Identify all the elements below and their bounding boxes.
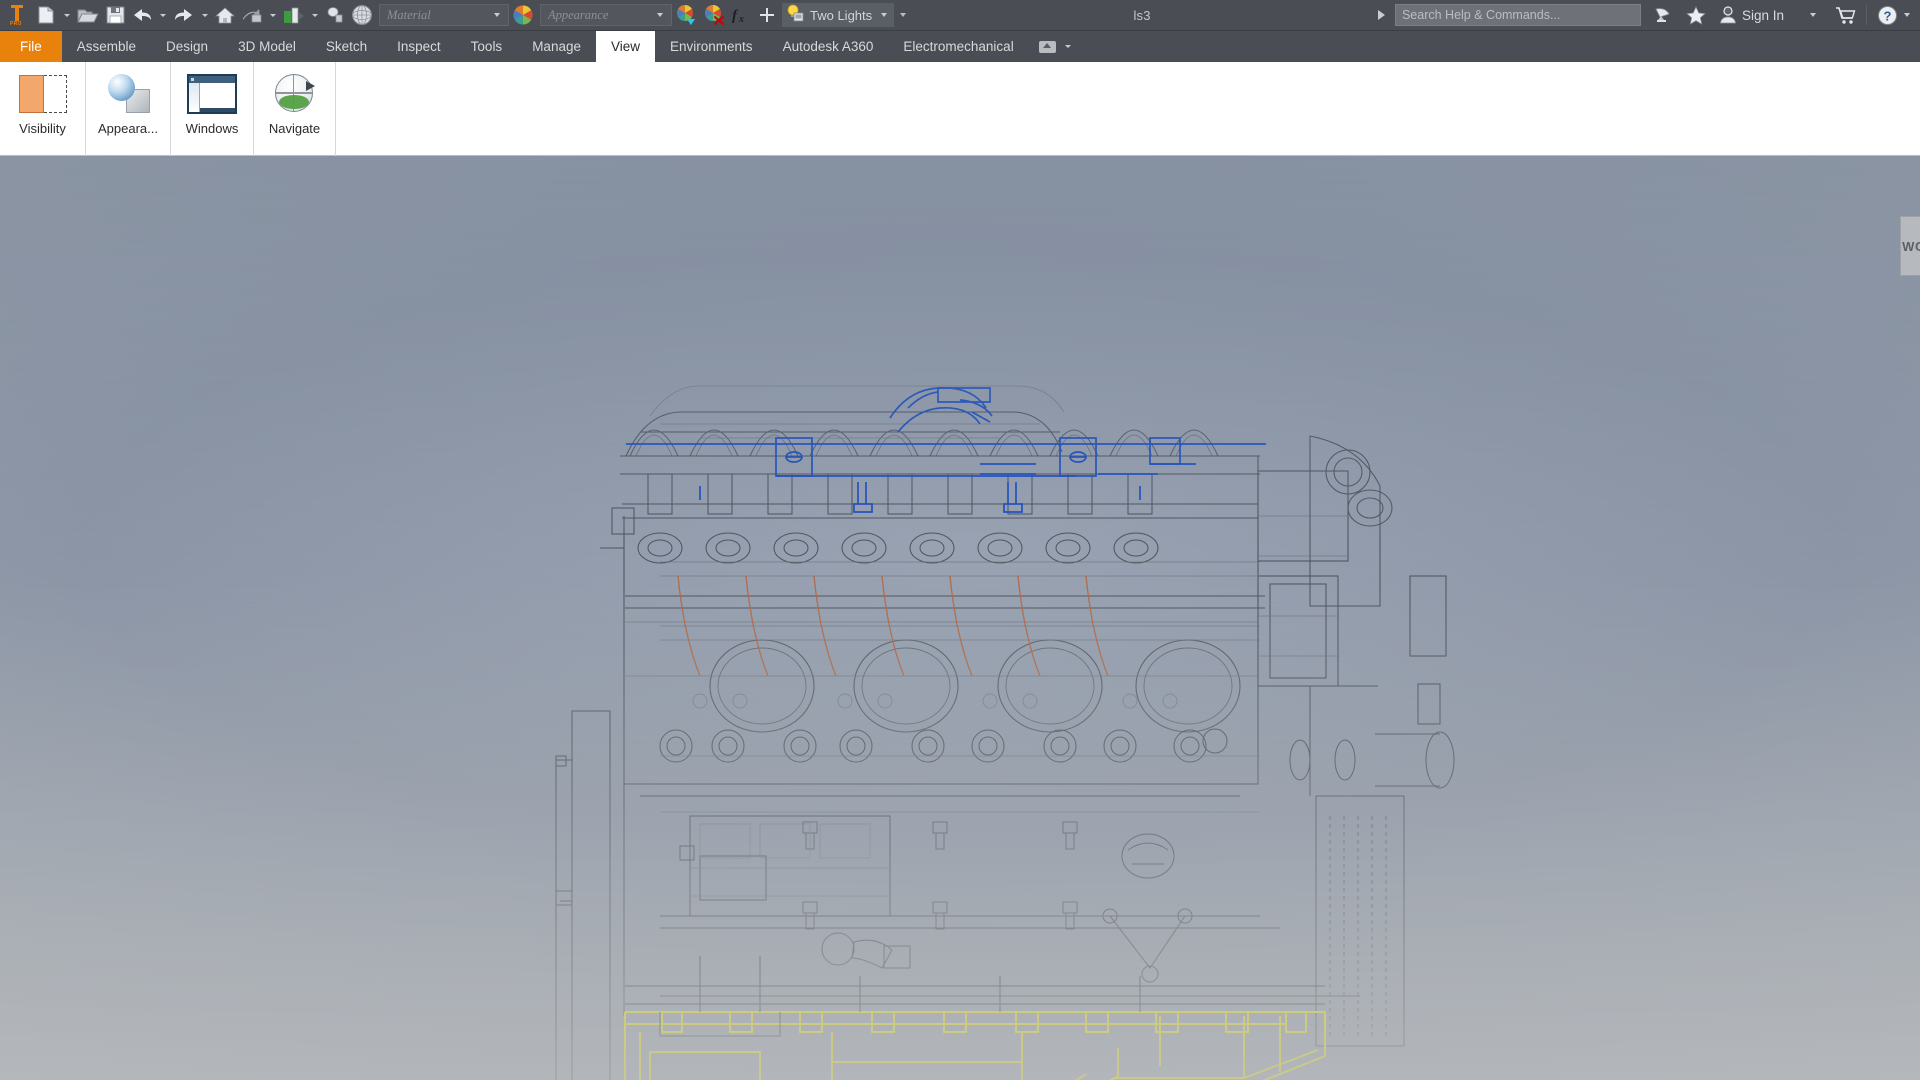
docked-panel-label: WC <box>1902 238 1920 254</box>
return-dropdown-icon[interactable] <box>270 13 276 17</box>
color-sphere-x-icon[interactable] <box>700 2 728 28</box>
svg-text:f: f <box>732 8 739 24</box>
fx-icon[interactable]: fx <box>728 2 754 28</box>
sign-in-dropdown-icon[interactable] <box>1810 13 1816 17</box>
light-bulb-icon <box>786 4 805 27</box>
plus-icon[interactable] <box>754 2 780 28</box>
open-folder-icon[interactable] <box>74 2 102 28</box>
panel-navigate-label: Navigate <box>268 121 321 136</box>
appearance-panel-icon <box>105 69 151 119</box>
lighting-style-label: Two Lights <box>810 7 873 23</box>
redo-dropdown-icon[interactable] <box>202 13 208 17</box>
undo-arrow-icon[interactable] <box>128 2 156 28</box>
tab-environments[interactable]: Environments <box>655 31 768 62</box>
panel-appearance[interactable]: Appeara... <box>86 62 171 156</box>
camera-dropdown-icon[interactable] <box>1064 45 1071 48</box>
inventor-pro-logo: PRO <box>0 0 34 31</box>
tab-3d-model[interactable]: 3D Model <box>223 31 311 62</box>
tab-assemble[interactable]: Assemble <box>62 31 151 62</box>
panel-visibility[interactable]: Visibility <box>0 62 86 156</box>
tab-autodesk-a360[interactable]: Autodesk A360 <box>768 31 889 62</box>
tab-sketch[interactable]: Sketch <box>311 31 382 62</box>
navigate-panel-icon <box>274 69 316 119</box>
home-icon[interactable] <box>212 2 238 28</box>
camera-tab[interactable] <box>1029 31 1085 62</box>
ribbon-tab-bar: File Assemble Design 3D Model Sketch Ins… <box>0 31 1920 62</box>
windows-panel-icon <box>187 69 237 119</box>
appearance-combo[interactable]: Appearance <box>540 4 672 26</box>
color-sphere-icon[interactable] <box>672 2 700 28</box>
panel-windows-label: Windows <box>185 121 239 136</box>
tab-manage[interactable]: Manage <box>517 31 596 62</box>
material-combo[interactable]: Material <box>379 4 509 26</box>
logo-pro-text: PRO <box>10 21 22 27</box>
floppy-disk-icon[interactable] <box>102 2 128 28</box>
visibility-panel-icon <box>18 69 67 119</box>
tab-tools[interactable]: Tools <box>456 31 518 62</box>
ls3-engine-wireframe <box>555 385 1455 1080</box>
update-icon[interactable] <box>280 2 308 28</box>
select-icon[interactable] <box>322 2 348 28</box>
sign-in-label[interactable]: Sign In <box>1742 8 1784 23</box>
search-placeholder: Search Help & Commands... <box>1401 8 1561 22</box>
panel-windows[interactable]: Windows <box>171 62 254 156</box>
svg-text:x: x <box>738 14 744 25</box>
sphere-grid-icon[interactable] <box>348 2 376 28</box>
new-file-icon[interactable] <box>34 2 60 28</box>
star-icon[interactable] <box>1683 2 1709 28</box>
ribbon-panel-view: Visibility Appeara... Windows Navigate <box>0 62 1920 156</box>
redo-arrow-icon[interactable] <box>170 2 198 28</box>
document-title: ls3 <box>1133 7 1151 23</box>
return-icon[interactable] <box>238 2 266 28</box>
appearance-value: Appearance <box>548 7 609 22</box>
update-dropdown-icon[interactable] <box>312 13 318 17</box>
shopping-cart-icon[interactable] <box>1832 2 1859 28</box>
tab-design[interactable]: Design <box>151 31 223 62</box>
panel-visibility-label: Visibility <box>19 121 66 136</box>
quick-access-toolbar: PRO Material Appearance f x Two Lights l… <box>0 0 1920 31</box>
new-file-dropdown-icon[interactable] <box>64 13 70 17</box>
satellite-dish-icon[interactable] <box>1651 2 1677 28</box>
material-value: Material <box>387 7 431 22</box>
tab-file[interactable]: File <box>0 31 62 62</box>
camera-icon <box>1038 40 1056 53</box>
help-dropdown-icon[interactable] <box>1904 13 1910 17</box>
tab-electromechanical[interactable]: Electromechanical <box>888 31 1028 62</box>
panel-navigate[interactable]: Navigate <box>254 62 336 156</box>
question-circle-icon[interactable]: ? <box>1874 2 1900 28</box>
color-wheel-icon[interactable] <box>509 2 537 28</box>
tab-inspect[interactable]: Inspect <box>382 31 456 62</box>
undo-dropdown-icon[interactable] <box>160 13 166 17</box>
user-avatar-icon[interactable] <box>1715 2 1741 28</box>
model-viewport[interactable]: WC Z X <box>0 156 1920 1080</box>
material-dropdown-icon[interactable] <box>494 13 500 17</box>
tab-view[interactable]: View <box>595 31 656 62</box>
search-input[interactable]: Search Help & Commands... <box>1394 4 1641 26</box>
svg-text:?: ? <box>1883 8 1891 23</box>
appearance-dropdown-icon[interactable] <box>657 13 663 17</box>
docked-panel-tab[interactable]: WC <box>1900 216 1920 276</box>
lighting-dropdown-icon[interactable] <box>881 13 888 17</box>
lighting-style-combo[interactable]: Two Lights <box>782 3 895 27</box>
qat-overflow-icon[interactable] <box>900 13 907 17</box>
search-expand-icon[interactable] <box>1377 10 1385 20</box>
panel-appearance-label: Appeara... <box>98 121 158 136</box>
